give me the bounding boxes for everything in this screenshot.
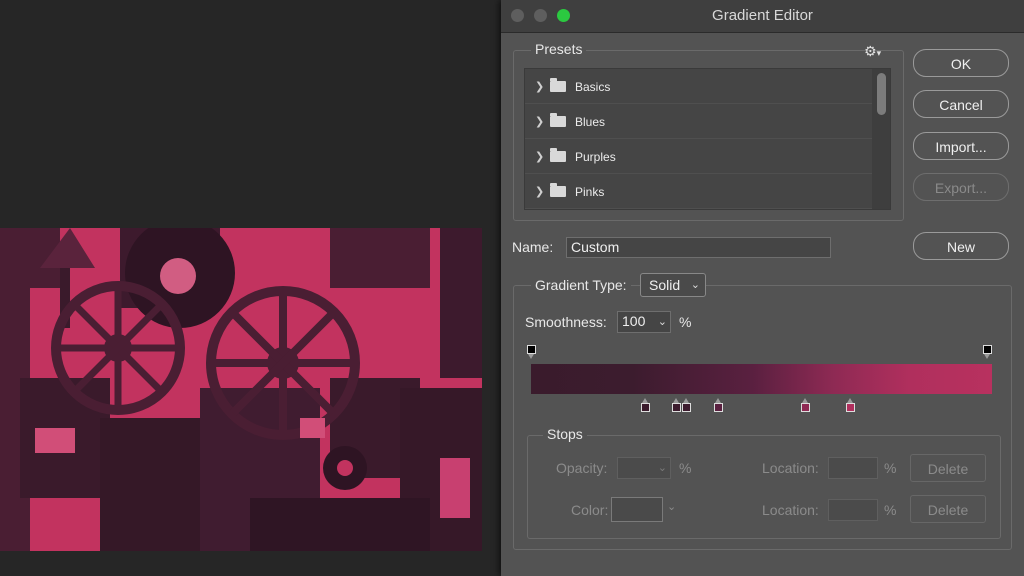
folder-icon: [550, 183, 566, 197]
color-delete-button[interactable]: Delete: [910, 495, 986, 523]
color-swatch[interactable]: [611, 497, 663, 522]
chevron-down-icon[interactable]: ⌄: [658, 313, 667, 331]
color-label: Color:: [571, 502, 609, 518]
opacity-location-label: Location:: [762, 460, 819, 476]
preset-folder-purples[interactable]: ❯ Purples: [525, 139, 890, 174]
name-label: Name:: [512, 239, 554, 255]
gradient-type-value: Solid: [649, 277, 681, 293]
preset-folder-blues[interactable]: ❯ Blues: [525, 104, 890, 139]
opacity-delete-button[interactable]: Delete: [910, 454, 986, 482]
chevron-right-icon[interactable]: ❯: [535, 185, 544, 198]
gradient-editor-dialog: Gradient Editor Presets ⚙▾ ❯ Basics ❯ Bl…: [501, 0, 1024, 576]
presets-scrollbar-thumb[interactable]: [877, 73, 886, 115]
opacity-field[interactable]: ⌄: [617, 457, 671, 479]
color-stop[interactable]: [801, 398, 810, 412]
preset-folder-label: Basics: [575, 80, 611, 94]
opacity-stop-left[interactable]: [527, 345, 536, 359]
color-stop[interactable]: [682, 398, 691, 412]
chevron-right-icon[interactable]: ❯: [535, 115, 544, 128]
gradient-type-label: Gradient Type:: [531, 277, 631, 293]
folder-icon: [550, 78, 566, 92]
preset-folder-label: Purples: [575, 150, 616, 164]
gear-icon[interactable]: ⚙▾: [864, 43, 881, 60]
preset-folder-label: Pinks: [575, 185, 605, 199]
smoothness-label: Smoothness:: [525, 314, 607, 330]
smoothness-unit: %: [679, 314, 692, 330]
presets-label: Presets: [531, 41, 587, 57]
color-stop[interactable]: [641, 398, 650, 412]
presets-scrollbar[interactable]: [872, 69, 890, 209]
presets-list[interactable]: ❯ Basics ❯ Blues ❯ Purples ❯ Pinks: [524, 68, 891, 210]
import-button[interactable]: Import...: [913, 132, 1009, 160]
chevron-right-icon[interactable]: ❯: [535, 150, 544, 163]
stops-label: Stops: [543, 426, 587, 442]
folder-icon: [550, 113, 566, 127]
cancel-button[interactable]: Cancel: [913, 90, 1009, 118]
projector-photo: [0, 228, 482, 551]
preset-folder-pinks[interactable]: ❯ Pinks: [525, 174, 890, 209]
opacity-percent: %: [679, 460, 692, 476]
opacity-location-field[interactable]: [828, 457, 878, 479]
smoothness-value: 100: [622, 313, 646, 329]
chevron-down-icon: ⌄: [657, 462, 667, 474]
chevron-right-icon[interactable]: ❯: [535, 80, 544, 93]
window-title: Gradient Editor: [712, 7, 813, 24]
preset-folder-label: Blues: [575, 115, 606, 129]
chevron-down-icon: ⌄: [690, 279, 700, 291]
title-bar[interactable]: Gradient Editor: [501, 0, 1024, 33]
chevron-down-icon[interactable]: ⌄: [667, 500, 676, 513]
ok-button[interactable]: OK: [913, 49, 1009, 77]
canvas-image: [0, 228, 482, 551]
opacity-label: Opacity:: [556, 460, 608, 476]
color-location-percent: %: [884, 502, 897, 518]
opacity-location-percent: %: [884, 460, 897, 476]
color-location-field[interactable]: [828, 499, 878, 521]
new-button[interactable]: New: [913, 232, 1009, 260]
preset-folder-basics[interactable]: ❯ Basics: [525, 69, 890, 104]
smoothness-field[interactable]: 100 ⌄: [617, 311, 671, 333]
color-location-label: Location:: [762, 502, 819, 518]
color-stop[interactable]: [672, 398, 681, 412]
opacity-stop-right[interactable]: [983, 345, 992, 359]
gradient-preview-bar[interactable]: [531, 364, 992, 394]
export-button[interactable]: Export...: [913, 173, 1009, 201]
gradient-type-dropdown[interactable]: Solid ⌄: [640, 273, 706, 297]
name-field[interactable]: Custom: [566, 237, 831, 258]
color-stop[interactable]: [714, 398, 723, 412]
color-stop[interactable]: [846, 398, 855, 412]
folder-icon: [550, 148, 566, 162]
